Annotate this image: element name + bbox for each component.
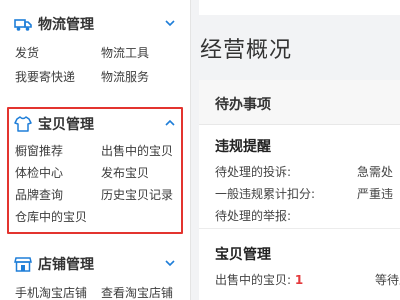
on-sale-summary[interactable]: 出售中的宝贝: 1 (215, 271, 303, 288)
link-warehouse[interactable]: 仓库中的宝贝 (15, 210, 87, 224)
pending-complaints[interactable]: 待处理的投诉: (215, 163, 291, 180)
todo-header: 待办事项 (199, 80, 400, 125)
products-section-title: 宝贝管理 (215, 247, 271, 263)
urgent-item[interactable]: 急需处 (357, 163, 393, 180)
todo-card: 待办事项 违规提醒 待处理的投诉: 急需处 一般违规累计扣分: 严重违 待处理的… (199, 80, 400, 300)
violation-title: 违规提醒 (215, 139, 271, 155)
page-title: 经营概况 (200, 38, 293, 63)
pending-reports[interactable]: 待处理的举报: (215, 207, 291, 224)
group-header-logistics[interactable]: 物流管理 (14, 12, 182, 36)
link-history[interactable]: 历史宝贝记录 (101, 188, 173, 202)
link-ship[interactable]: 发货 (15, 46, 39, 60)
todo-title: 待办事项 (215, 97, 271, 113)
group-header-products[interactable]: 宝贝管理 (14, 112, 182, 136)
main-content: 经营概况 待办事项 违规提醒 待处理的投诉: 急需处 一般违规累计扣分: 严重违… (191, 0, 400, 300)
chevron-up-icon[interactable] (164, 117, 176, 129)
serious-violation[interactable]: 严重违 (357, 185, 393, 202)
group-title-logistics: 物流管理 (38, 17, 94, 33)
top-card (199, 0, 400, 15)
link-send-express[interactable]: 我要寄快递 (15, 70, 75, 84)
link-health-center[interactable]: 体检中心 (15, 166, 63, 180)
store-icon (14, 257, 32, 272)
shirt-icon (14, 116, 32, 132)
link-publish[interactable]: 发布宝贝 (101, 166, 149, 180)
waiting-listing[interactable]: 等待上 (375, 271, 400, 288)
on-sale-label: 出售中的宝贝: (215, 273, 292, 287)
group-title-products: 宝贝管理 (38, 117, 94, 133)
chevron-down-icon[interactable] (164, 257, 176, 269)
chevron-down-icon[interactable] (164, 17, 176, 29)
general-violation-points[interactable]: 一般违规累计扣分: (215, 185, 315, 202)
link-mobile-shop[interactable]: 手机淘宝店铺 (15, 286, 87, 300)
link-logistics-tools[interactable]: 物流工具 (101, 46, 149, 60)
truck-icon (14, 19, 32, 31)
link-window-recommend[interactable]: 橱窗推荐 (15, 144, 63, 158)
section-divider (199, 228, 400, 229)
group-title-shop: 店铺管理 (38, 257, 94, 273)
on-sale-count[interactable]: 1 (295, 273, 303, 287)
group-header-shop[interactable]: 店铺管理 (14, 252, 182, 276)
link-view-shop[interactable]: 查看淘宝店铺 (101, 286, 173, 300)
link-on-sale[interactable]: 出售中的宝贝 (101, 144, 173, 158)
sidebar: 物流管理 发货 物流工具 我要寄快递 物流服务 宝贝管理 橱窗推荐 出售中的宝贝… (0, 0, 190, 300)
link-logistics-service[interactable]: 物流服务 (101, 70, 149, 84)
link-brand-query[interactable]: 品牌查询 (15, 188, 63, 202)
